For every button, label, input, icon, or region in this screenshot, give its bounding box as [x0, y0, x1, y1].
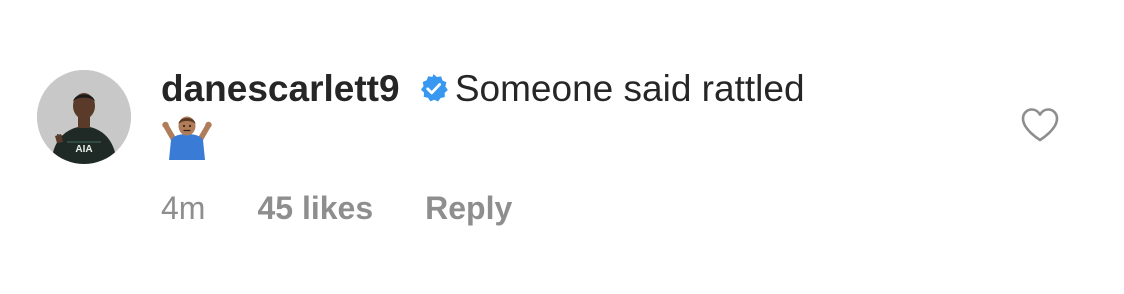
- verified-badge-icon: [420, 74, 448, 102]
- avatar[interactable]: AIA: [37, 70, 131, 164]
- reply-button[interactable]: Reply: [425, 186, 512, 230]
- comment-meta: 4m 45 likes Reply: [161, 186, 512, 230]
- comment-emoji: [161, 114, 981, 160]
- heart-outline-icon[interactable]: [1021, 107, 1059, 143]
- comment-text: Someone said rattled: [454, 68, 805, 109]
- comment-body: danescarlett9 Someone said rattled: [161, 62, 981, 160]
- comment-line: danescarlett9 Someone said rattled: [161, 62, 981, 116]
- avatar-photo: AIA: [37, 70, 131, 164]
- comment-likes[interactable]: 45 likes: [257, 186, 373, 230]
- comment-time: 4m: [161, 190, 206, 226]
- comment-row: AIA danescarlett9 Someone said rattled 4…: [0, 0, 1124, 294]
- avatar-jersey-text: AIA: [75, 144, 92, 155]
- comment-username[interactable]: danescarlett9: [161, 68, 400, 109]
- shrug-emoji-icon: [162, 116, 212, 160]
